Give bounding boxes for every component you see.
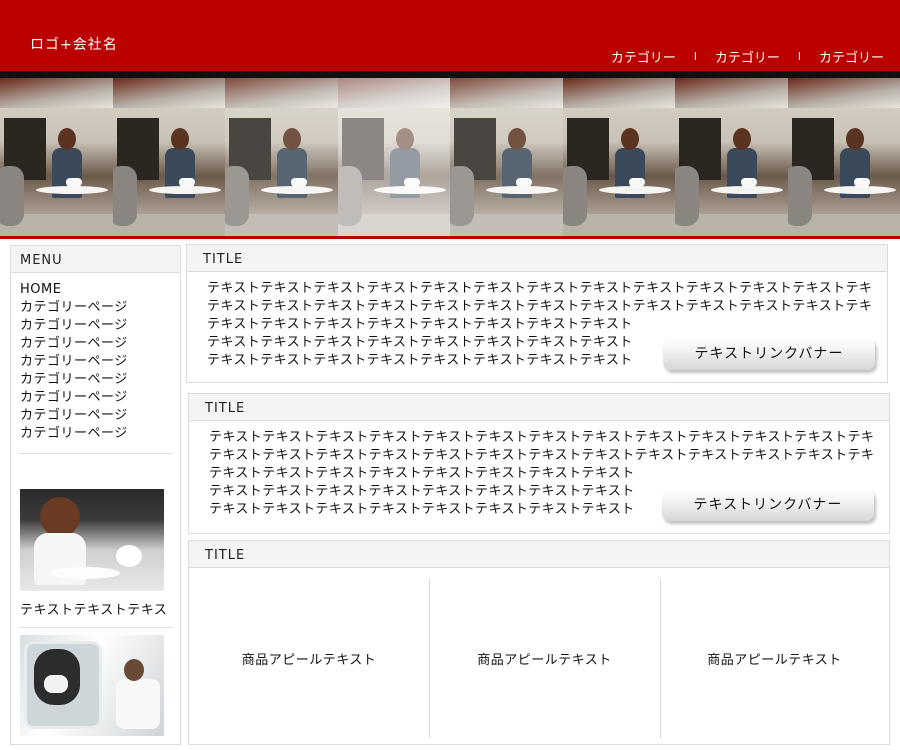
sidebar-menu-title: MENU xyxy=(11,246,180,273)
panel-title: TITLE xyxy=(189,394,889,421)
hero-image-strip xyxy=(0,78,900,236)
hero-bottom-line xyxy=(0,236,900,239)
text-link-banner[interactable]: テキストリンクバナー xyxy=(662,489,874,521)
hero-photo-tile xyxy=(225,78,338,236)
sidebar-item-category[interactable]: カテゴリーページ xyxy=(20,353,180,371)
header-divider xyxy=(0,71,900,78)
nav-separator: l xyxy=(693,50,697,63)
body-text-line: テキストテキストテキストテキストテキストテキストテキストテキストテキストテキスト… xyxy=(209,448,875,463)
product-appeal-3[interactable]: 商品アピールテキスト xyxy=(660,578,889,738)
sidebar-divider xyxy=(19,627,172,628)
global-nav: カテゴリー l カテゴリー l カテゴリー xyxy=(611,47,884,66)
sidebar-item-category[interactable]: カテゴリーページ xyxy=(20,371,180,389)
sidebar: MENU HOME カテゴリーページ カテゴリーページ カテゴリーページ カテゴ… xyxy=(10,245,181,745)
sidebar-item-category[interactable]: カテゴリーページ xyxy=(20,389,180,407)
body-text-line: テキストテキストテキストテキストテキストテキストテキストテキストテキストテキスト… xyxy=(209,430,875,445)
hero-photo-tile xyxy=(112,78,225,236)
hero-photo-tile xyxy=(450,78,563,236)
hero-photo-tile xyxy=(675,78,788,236)
panel-title: TITLE xyxy=(187,245,887,272)
sidebar-photo-caption[interactable]: テキストテキストテキス xyxy=(20,599,167,618)
product-appeal-2[interactable]: 商品アピールテキスト xyxy=(429,578,660,738)
hero-photo-tile xyxy=(337,78,450,236)
hero-photo-tile xyxy=(562,78,675,236)
panel-title: TITLE xyxy=(189,541,889,568)
sidebar-item-category[interactable]: カテゴリーページ xyxy=(20,407,180,425)
product-appeal-1[interactable]: 商品アピールテキスト xyxy=(189,578,429,738)
hero-photo-tile xyxy=(787,78,900,236)
text-link-banner[interactable]: テキストリンクバナー xyxy=(663,338,875,370)
nav-separator: l xyxy=(797,50,801,63)
sidebar-divider xyxy=(19,453,172,454)
company-logo[interactable]: ロゴ+会社名 xyxy=(30,34,118,54)
product-row: 商品アピールテキスト 商品アピールテキスト 商品アピールテキスト xyxy=(189,568,889,744)
sidebar-item-category[interactable]: カテゴリーページ xyxy=(20,335,180,353)
product-panel: TITLE 商品アピールテキスト 商品アピールテキスト 商品アピールテキスト xyxy=(188,540,890,745)
sidebar-item-home[interactable]: HOME xyxy=(20,281,180,299)
nav-category-3[interactable]: カテゴリー xyxy=(819,47,884,66)
sidebar-menu: HOME カテゴリーページ カテゴリーページ カテゴリーページ カテゴリーページ… xyxy=(11,273,180,443)
site-header: ロゴ+会社名 カテゴリー l カテゴリー l カテゴリー xyxy=(0,0,900,71)
content-panel-2: TITLE テキストテキストテキストテキストテキストテキストテキストテキストテキ… xyxy=(188,393,890,534)
body-text-line: テキストテキストテキストテキストテキストテキストテキストテキストテキストテキスト… xyxy=(207,299,873,314)
sidebar-item-category[interactable]: カテゴリーページ xyxy=(20,299,180,317)
sidebar-item-category[interactable]: カテゴリーページ xyxy=(20,317,180,335)
sidebar-photo-dog-car[interactable] xyxy=(20,635,164,736)
nav-category-2[interactable]: カテゴリー xyxy=(715,47,780,66)
sidebar-photo-cafe-girl[interactable] xyxy=(20,489,164,591)
hero-photo-tile xyxy=(0,78,113,236)
content-panel-1: TITLE テキストテキストテキストテキストテキストテキストテキストテキストテキ… xyxy=(186,244,888,383)
body-text-line: テキストテキストテキストテキストテキストテキストテキストテキスト xyxy=(209,466,635,481)
sidebar-item-category[interactable]: カテゴリーページ xyxy=(20,425,180,443)
body-text-line: テキストテキストテキストテキストテキストテキストテキストテキストテキストテキスト… xyxy=(207,281,873,296)
nav-category-1[interactable]: カテゴリー xyxy=(611,47,676,66)
body-text-line: テキストテキストテキストテキストテキストテキストテキストテキスト xyxy=(207,317,633,332)
